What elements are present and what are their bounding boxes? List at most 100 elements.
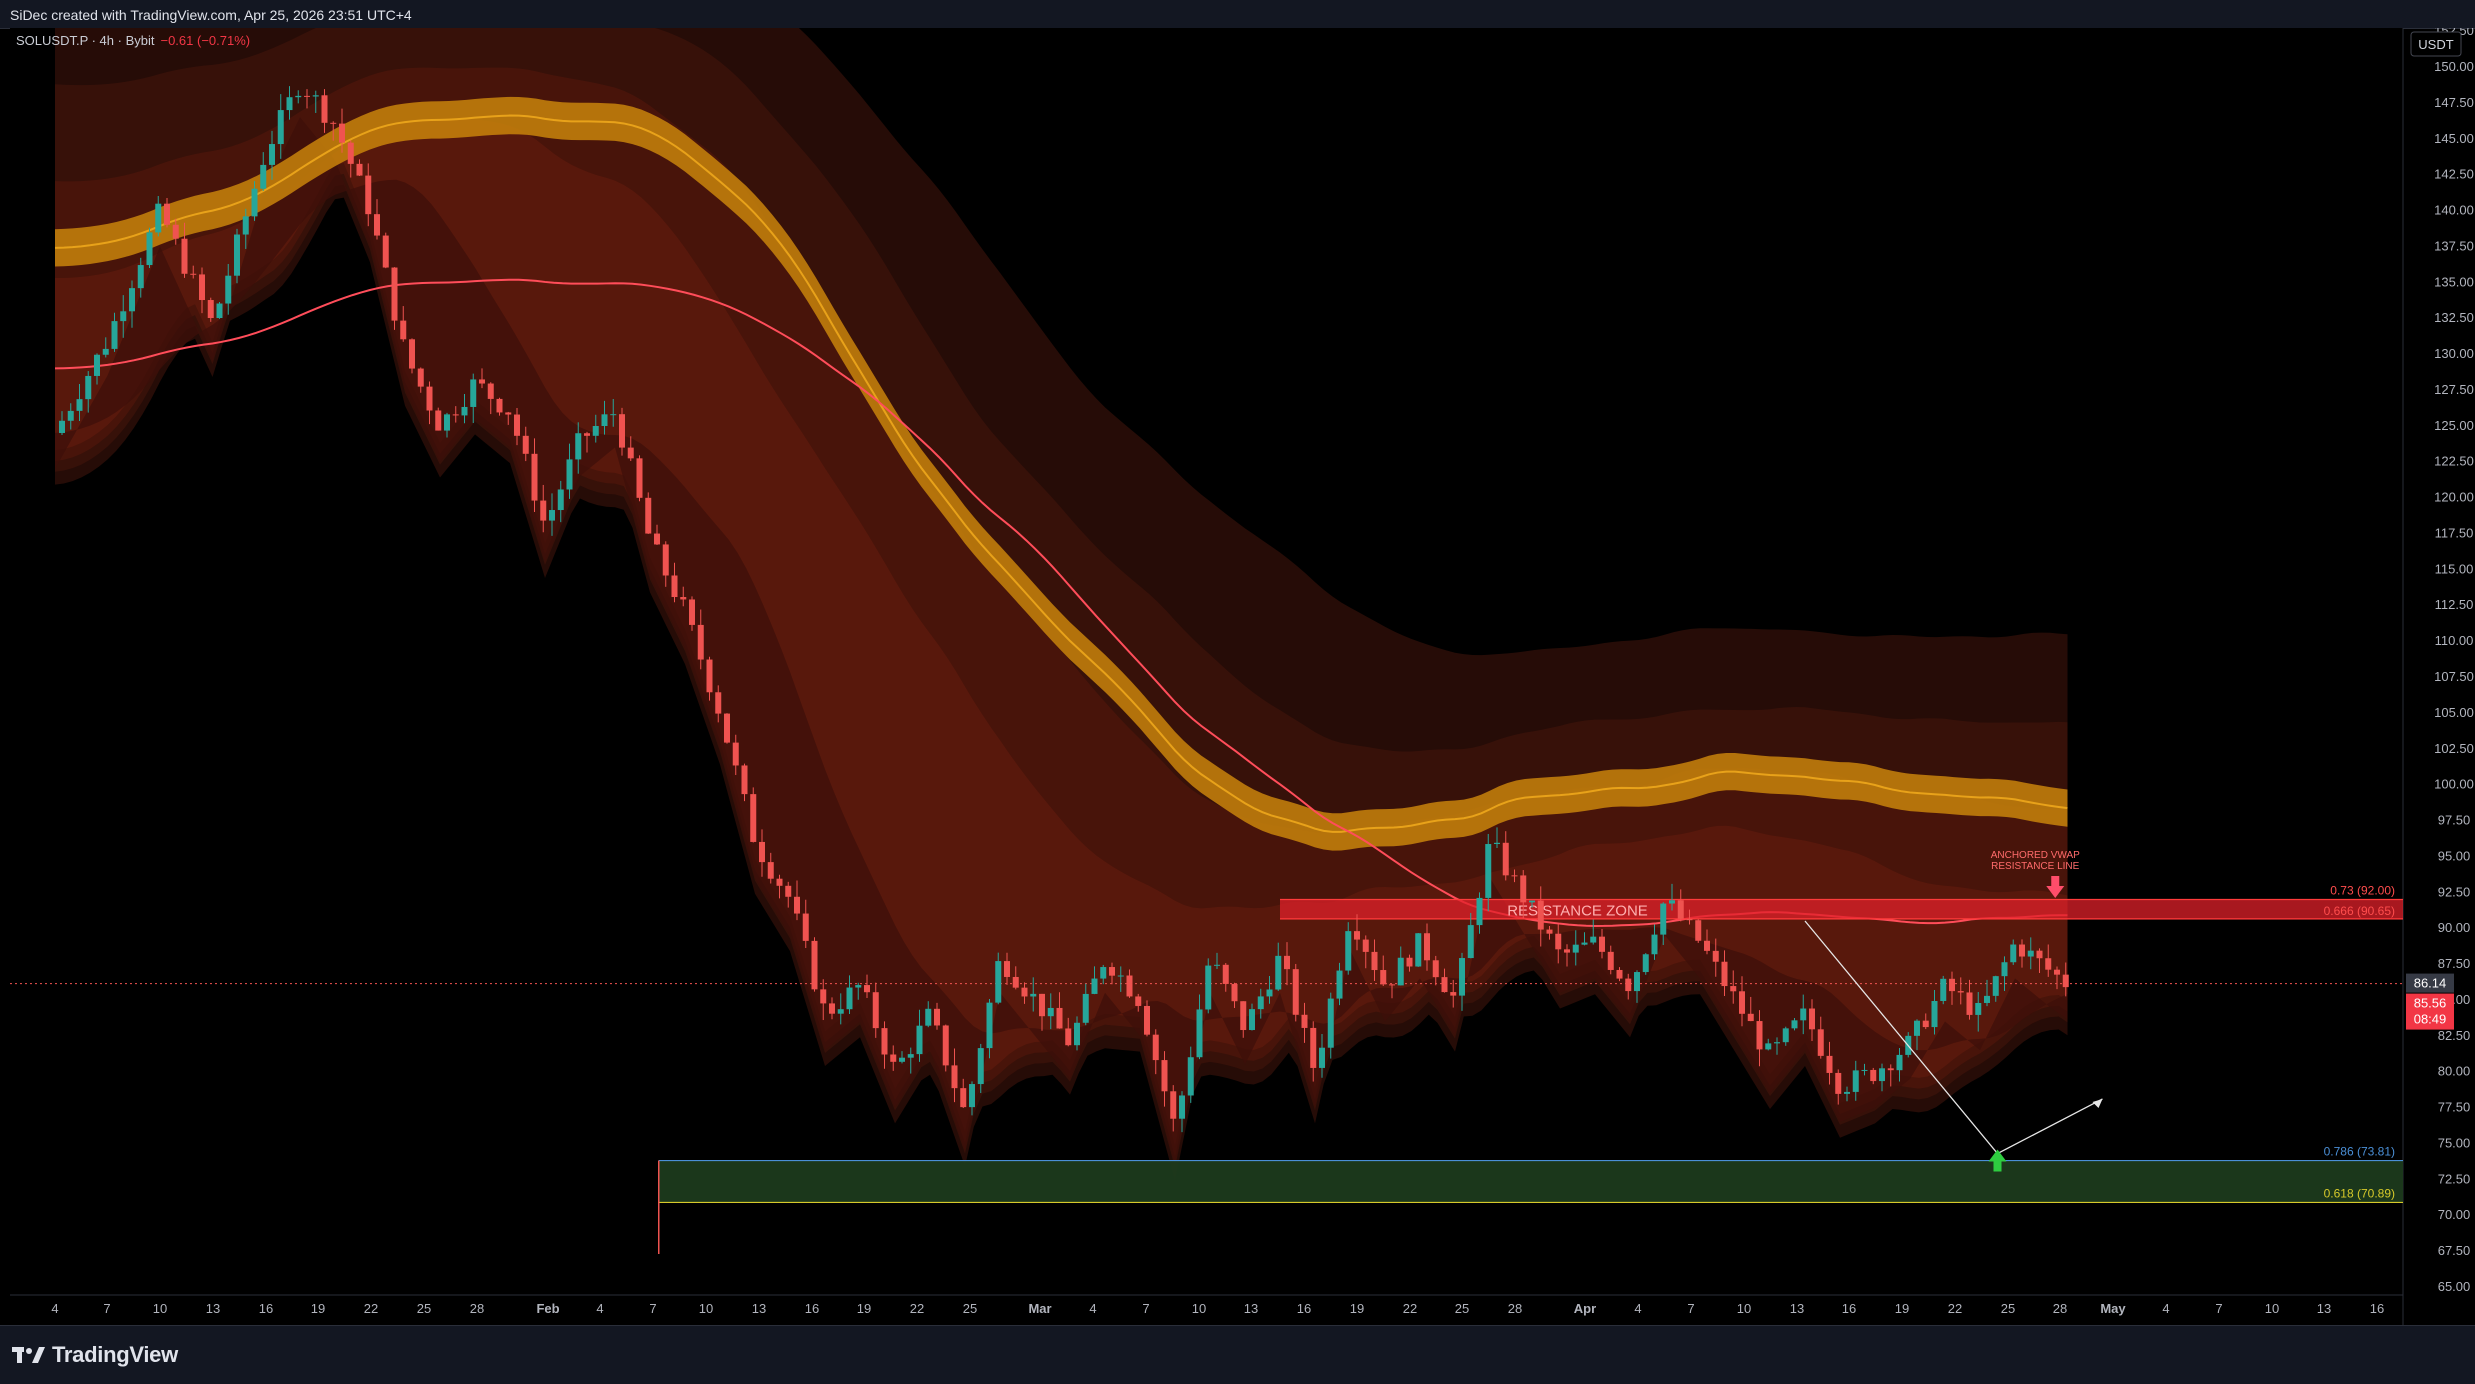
candle-body — [426, 386, 433, 411]
candle-body — [2062, 974, 2069, 988]
time-tick-label: 28 — [2053, 1301, 2067, 1316]
candle-body — [1774, 1042, 1780, 1044]
candle-body — [1415, 933, 1422, 967]
candle-body — [942, 1025, 949, 1066]
candle-body — [1651, 934, 1658, 955]
candle-body — [365, 175, 372, 215]
price-tick-label: 75.00 — [2438, 1135, 2471, 1150]
price-tick-label: 110.00 — [2435, 633, 2474, 648]
fib-0786-label: 0.786 (73.81) — [2324, 1145, 2395, 1159]
time-tick-label: 4 — [2162, 1301, 2169, 1316]
candle-body — [1056, 1007, 1063, 1029]
candle-body — [1686, 918, 1693, 921]
candle-body — [837, 1009, 844, 1014]
candle-body — [1187, 1057, 1194, 1096]
candle-body — [1817, 1029, 1824, 1056]
time-tick-label: 10 — [153, 1301, 167, 1316]
candle-body — [1144, 1005, 1150, 1035]
candle-body — [627, 447, 634, 459]
candle-body — [225, 275, 232, 304]
time-tick-label: 16 — [1842, 1301, 1856, 1316]
last-price-label: 86.14 — [2414, 976, 2447, 991]
candle-body — [85, 375, 92, 400]
price-tick-label: 102.50 — [2434, 741, 2474, 756]
candle-body — [601, 414, 608, 426]
fib-073-label: 0.73 (92.00) — [2330, 883, 2395, 897]
time-tick-label: 10 — [2265, 1301, 2279, 1316]
support-zone — [658, 1160, 2403, 1203]
candle-body — [2045, 958, 2052, 970]
candle-body — [1397, 957, 1404, 986]
symbol-change: −0.61 (−0.71%) — [160, 33, 251, 48]
candle-body — [1424, 933, 1430, 961]
candle-body — [102, 348, 109, 355]
candle-body — [479, 379, 485, 384]
time-tick-label: 13 — [2317, 1301, 2331, 1316]
candle-body — [1126, 975, 1133, 997]
candle-body — [977, 1048, 984, 1085]
candle-body — [829, 1003, 835, 1014]
candle-body — [1152, 1034, 1159, 1061]
candle-body — [1275, 955, 1282, 990]
time-tick-label: 25 — [963, 1301, 977, 1316]
candle-body — [969, 1084, 975, 1108]
candle-body — [2054, 969, 2060, 975]
candle-body — [951, 1065, 958, 1089]
candle-body — [767, 862, 774, 879]
candle-body — [1695, 920, 1702, 941]
candle-body — [2010, 944, 2017, 963]
candle-body — [1047, 1007, 1054, 1017]
candle-body — [1940, 978, 1947, 1001]
time-tick-label: 22 — [910, 1301, 924, 1316]
candle-body — [1765, 1043, 1772, 1050]
symbol-legend[interactable]: SOLUSDT.P · 4h · Bybit −0.61 (−0.71%) — [16, 33, 250, 48]
candle-body — [522, 435, 529, 454]
candle-body — [1362, 939, 1369, 952]
time-tick-label: 25 — [2001, 1301, 2015, 1316]
resistance-zone-label: RESISTANCE ZONE — [1507, 902, 1648, 919]
time-axis: 4 7 10 13 16 19 22 25 28 Feb 4 7 10 13 16 19 22 25 Mar 4 7 10… — [51, 1301, 2384, 1316]
candle-body — [960, 1088, 967, 1108]
price-tick-label: 87.50 — [2438, 956, 2471, 971]
fib-0618-label: 0.618 (70.89) — [2324, 1186, 2395, 1200]
candle-body — [1546, 929, 1553, 934]
price-tick-label: 80.00 — [2438, 1064, 2471, 1079]
candle-body — [1012, 976, 1019, 988]
top-bar: SiDec created with TradingView.com, Apr … — [0, 0, 2475, 29]
time-tick-label: Mar — [1028, 1301, 1051, 1316]
price-chart[interactable]: RESISTANCE ZONE ANCHORED VWAPRESISTANCE L… — [0, 28, 2475, 1325]
time-tick-label: 4 — [1089, 1301, 1096, 1316]
candle-body — [1791, 1020, 1798, 1029]
candle-body — [1712, 950, 1719, 962]
price-tick-label: 130.00 — [2434, 346, 2474, 361]
candle-body — [1730, 986, 1737, 992]
candle-body — [1590, 936, 1597, 943]
candle-body — [1537, 900, 1544, 930]
candle-body — [1240, 1001, 1247, 1031]
price-tick-label: 137.50 — [2434, 238, 2474, 253]
candle-body — [1249, 1009, 1255, 1031]
candle-body — [94, 354, 100, 376]
candle-body — [321, 95, 328, 123]
candle-body — [1809, 1008, 1815, 1030]
candle-body — [129, 288, 135, 312]
resistance-zone — [1280, 899, 2403, 920]
candle-body — [794, 896, 800, 914]
time-tick-label: 16 — [2370, 1301, 2384, 1316]
candle-body — [330, 122, 337, 124]
time-tick-label: 4 — [596, 1301, 603, 1316]
price-tick-label: 135.00 — [2434, 274, 2474, 289]
candle-body — [1494, 842, 1500, 845]
time-tick-label: Apr — [1574, 1301, 1596, 1316]
candle-body — [2019, 944, 2025, 957]
candle-body — [1030, 993, 1037, 997]
tradingview-logo[interactable]: TradingView — [12, 1342, 178, 1368]
candle-body — [864, 985, 870, 993]
candle-body — [1284, 955, 1290, 970]
time-tick-label: 13 — [1790, 1301, 1804, 1316]
candle-body — [1914, 1020, 1920, 1036]
candle-body — [1310, 1027, 1317, 1068]
price-tick-label: 115.00 — [2435, 561, 2474, 576]
time-tick-label: 19 — [857, 1301, 871, 1316]
candle-body — [1564, 949, 1570, 953]
